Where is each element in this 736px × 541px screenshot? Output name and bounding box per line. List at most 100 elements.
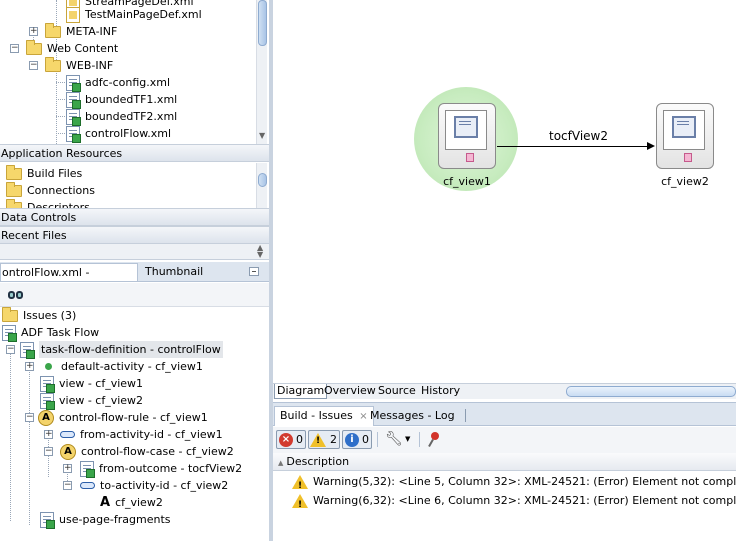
pin-icon[interactable] bbox=[427, 432, 443, 448]
collapse-toggle[interactable]: − bbox=[63, 481, 72, 490]
diagram-canvas[interactable]: cf_view1 cf_view2 tocfView2 bbox=[273, 0, 736, 383]
log-toolbar: × 0 ! 2 i 0 🔧︎ ▼ bbox=[273, 427, 736, 453]
node-label-cf-view2: cf_view2 bbox=[661, 175, 709, 188]
errors-filter[interactable]: × 0 bbox=[276, 430, 306, 449]
tree-item-task-flow-definition[interactable]: task-flow-definition - controlFlow bbox=[20, 341, 223, 359]
tree-item-control-flow-case[interactable]: Acontrol-flow-case - cf_view2 bbox=[60, 443, 234, 460]
view-node-cf-view1[interactable] bbox=[438, 103, 496, 169]
application-resources-header[interactable]: Application Resources bbox=[0, 144, 269, 162]
tab-structure[interactable]: ontrolFlow.xml - Structure × bbox=[0, 263, 138, 281]
column-header-description[interactable]: ▲ Description bbox=[273, 453, 736, 471]
tree-item-to-activity-id[interactable]: to-activity-id - cf_view2 bbox=[80, 477, 228, 494]
xml-file-icon bbox=[66, 108, 81, 126]
navigator-scrollbar[interactable]: ▼ bbox=[256, 0, 267, 145]
tree-item-from-activity-id[interactable]: from-activity-id - cf_view1 bbox=[60, 426, 223, 443]
infos-filter[interactable]: i 0 bbox=[342, 430, 372, 449]
tab-build-issues[interactable]: Build - Issues × bbox=[274, 406, 374, 426]
view-node-cf-view2[interactable] bbox=[656, 103, 714, 169]
default-activity-icon bbox=[45, 363, 52, 370]
resource-item-build-files[interactable]: Build Files bbox=[6, 164, 82, 182]
scrollbar-thumb[interactable] bbox=[258, 0, 267, 46]
node-inner bbox=[663, 110, 705, 150]
view-page-icon bbox=[454, 116, 478, 138]
tree-item-default-activity[interactable]: default-activity - cf_view1 bbox=[42, 358, 203, 375]
folder-icon bbox=[6, 181, 22, 197]
collapse-toggle[interactable]: − bbox=[6, 345, 15, 354]
expand-toggle[interactable]: + bbox=[25, 362, 34, 371]
expand-toggle[interactable]: + bbox=[63, 464, 72, 473]
folder-icon bbox=[45, 22, 61, 38]
collapse-toggle[interactable]: − bbox=[44, 447, 53, 456]
horizontal-scrollbar[interactable] bbox=[566, 386, 736, 397]
control-flow-case-icon: A bbox=[60, 443, 76, 460]
warning-icon: ! bbox=[310, 432, 326, 447]
view-page-icon bbox=[672, 116, 696, 138]
data-controls-header[interactable]: Data Controls bbox=[0, 208, 269, 226]
view-activity-icon bbox=[40, 392, 55, 410]
tree-item-web-inf[interactable]: WEB-INF bbox=[45, 56, 113, 74]
collapse-toggle[interactable]: − bbox=[10, 44, 19, 53]
warning-icon: ! bbox=[292, 474, 308, 491]
log-tabbar: Build - Issues × Messages - Log bbox=[273, 402, 736, 426]
resources-scrollbar[interactable] bbox=[256, 163, 267, 209]
application-navigator: StreamPageDef.xml TestMainPageDef.xml + … bbox=[0, 0, 269, 145]
settings-dropdown-button[interactable]: 🔧︎ ▼ bbox=[383, 431, 413, 448]
control-flow-edge[interactable] bbox=[497, 146, 649, 147]
structure-tree: Issues (3) ADF Task Flow − task-flow-def… bbox=[0, 307, 269, 541]
wrench-icon: 🔧︎ bbox=[385, 431, 403, 447]
folder-icon bbox=[26, 39, 42, 55]
tab-thumbnail[interactable]: Thumbnail bbox=[140, 263, 208, 281]
tab-history[interactable]: History bbox=[419, 384, 462, 399]
expand-toggle[interactable]: + bbox=[29, 27, 38, 36]
xml-file-icon bbox=[66, 91, 81, 109]
tree-item-use-page-fragments[interactable]: use-page-fragments bbox=[40, 511, 171, 529]
task-flow-icon bbox=[2, 324, 17, 342]
info-icon: i bbox=[345, 432, 359, 447]
error-icon: × bbox=[279, 432, 293, 447]
edge-label[interactable]: tocfView2 bbox=[549, 129, 608, 143]
minimize-icon[interactable] bbox=[249, 267, 259, 276]
issue-row[interactable]: ! Warning(5,32): <Line 5, Column 32>: XM… bbox=[292, 472, 736, 491]
tree-item-view-cf-view1[interactable]: view - cf_view1 bbox=[40, 375, 143, 393]
tree-item-view-cf-view2[interactable]: view - cf_view2 bbox=[40, 392, 143, 410]
tree-item-web-content[interactable]: Web Content bbox=[26, 39, 118, 57]
xml-file-icon bbox=[66, 74, 81, 92]
tree-item-adf-task-flow[interactable]: ADF Task Flow bbox=[2, 324, 99, 342]
warnings-filter[interactable]: ! 2 bbox=[308, 430, 340, 449]
tree-item-boundedtf1[interactable]: boundedTF1.xml bbox=[66, 91, 177, 109]
resource-item-connections[interactable]: Connections bbox=[6, 181, 95, 199]
sort-up-icon: ▲ bbox=[278, 459, 284, 467]
tab-messages-log[interactable]: Messages - Log bbox=[365, 407, 460, 425]
from-outcome-icon bbox=[80, 460, 95, 478]
folder-icon bbox=[45, 56, 61, 72]
structure-toolbar bbox=[0, 283, 269, 307]
node-label-cf-view1: cf_view1 bbox=[443, 175, 491, 188]
scroll-down-arrow[interactable]: ▼ bbox=[259, 131, 265, 140]
tree-item-control-flow-rule[interactable]: Acontrol-flow-rule - cf_view1 bbox=[38, 409, 208, 426]
splitter[interactable]: ▲ ▼ bbox=[0, 244, 269, 260]
tree-item-cf-view2[interactable]: Acf_view2 bbox=[100, 494, 163, 511]
issues-table: ▲ Description ! Warning(5,32): <Line 5, C… bbox=[273, 453, 736, 541]
expand-toggle[interactable]: + bbox=[44, 430, 53, 439]
scrollbar-thumb[interactable] bbox=[258, 173, 267, 187]
tree-item-from-outcome[interactable]: from-outcome - tocfView2 bbox=[80, 460, 242, 478]
find-icon[interactable] bbox=[8, 288, 24, 302]
tab-overview[interactable]: Overview bbox=[322, 384, 378, 399]
tab-source[interactable]: Source bbox=[376, 384, 418, 399]
issue-row[interactable]: ! Warning(6,32): <Line 6, Column 32>: XM… bbox=[292, 491, 736, 510]
to-activity-icon bbox=[80, 482, 95, 489]
tree-item-adfc-config[interactable]: adfc-config.xml bbox=[66, 74, 170, 92]
recent-files-header[interactable]: Recent Files bbox=[0, 226, 269, 244]
folder-icon bbox=[6, 164, 22, 180]
collapse-toggle[interactable]: − bbox=[29, 61, 38, 70]
view-activity-icon bbox=[40, 375, 55, 393]
from-activity-icon bbox=[60, 431, 75, 438]
page-def-icon bbox=[66, 6, 80, 23]
tree-item-controlflow[interactable]: controlFlow.xml bbox=[66, 125, 171, 143]
tree-item-issues[interactable]: Issues (3) bbox=[2, 307, 76, 324]
tab-diagram[interactable]: Diagram bbox=[274, 384, 328, 399]
tree-item-testmainpagedef[interactable]: TestMainPageDef.xml bbox=[66, 6, 202, 23]
tree-item-meta-inf[interactable]: META-INF bbox=[45, 22, 117, 40]
tree-item-boundedtf2[interactable]: boundedTF2.xml bbox=[66, 108, 177, 126]
collapse-toggle[interactable]: − bbox=[25, 413, 34, 422]
